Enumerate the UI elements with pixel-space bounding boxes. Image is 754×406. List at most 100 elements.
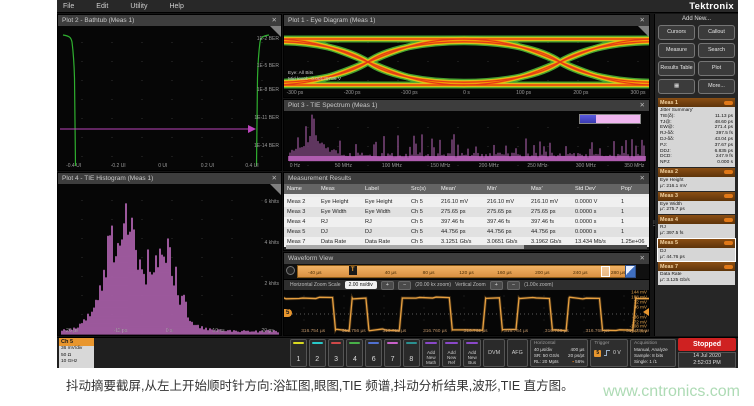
axis-tick-label: 0.2 UI: [201, 163, 214, 169]
channel-button-3[interactable]: 3: [328, 339, 345, 367]
axis-tick-label: 250 MHz: [527, 163, 547, 169]
scrollbar-thumb[interactable]: [286, 245, 524, 249]
trigger-panel[interactable]: Trigger50 V: [590, 339, 628, 367]
channel-button-7[interactable]: 7: [384, 339, 401, 367]
more-button[interactable]: More...: [698, 79, 735, 94]
meas-badge[interactable]: Meas 3Eye Widthµ': 275.7 ps: [658, 192, 735, 215]
menu-edit[interactable]: Edit: [96, 3, 108, 10]
table-cell: 1: [618, 217, 651, 227]
close-icon[interactable]: ✕: [272, 15, 277, 26]
datetime-box: 14 Jul 2020 2:52:03 PM: [678, 352, 736, 368]
meas-badge[interactable]: Meas 7Data Rateµ': 3.125 Gb/s: [658, 262, 735, 285]
meas-badge[interactable]: Meas 2Eye Heightµ': 216.1 mV: [658, 168, 735, 191]
channel-button-2[interactable]: 2: [309, 339, 326, 367]
badge-toggle-icon[interactable]: [724, 265, 733, 269]
meas-badge[interactable]: Meas 4RJµ': 397.5 fs: [658, 215, 735, 238]
axis-tick-label: 316.758 µs: [382, 329, 406, 334]
badge-toggle-icon[interactable]: [724, 101, 733, 105]
horizontal-panel[interactable]: Horizontal40 µs/div400 µsSR: 50 GS/s20 p…: [530, 339, 589, 367]
v-zoom-in-button[interactable]: +: [490, 281, 503, 290]
close-icon[interactable]: ✕: [640, 100, 645, 111]
axis-tick-label: 316.766 µs: [545, 329, 569, 334]
waveform-view-panel: Waveform View ✕ -40 µs0 s40 µs80 µs120 µ…: [283, 252, 650, 336]
zoom-window-indicator[interactable]: [601, 266, 610, 277]
results-title-bar[interactable]: Measurement Results ✕: [284, 173, 649, 184]
badge-toggle-icon[interactable]: [724, 218, 733, 222]
table-row[interactable]: Meas 5DJDJCh 544.756 ps44.756 ps44.756 p…: [284, 227, 649, 237]
trigger-position-marker[interactable]: T: [349, 266, 357, 275]
trigger-title: Trigger: [594, 341, 624, 347]
v-zoom-out-button[interactable]: −: [507, 281, 520, 290]
spectrum-canvas[interactable]: 0 Hz50 MHz100 MHz150 MHz200 MHz250 MHz30…: [284, 111, 649, 170]
badge-toggle-icon[interactable]: [724, 241, 733, 245]
oscilloscope-app: File Edit Utility Help Tektronix Plot 2 - B…: [57, 0, 738, 368]
close-icon[interactable]: ✕: [272, 173, 277, 184]
table-cell: 0.0000 s: [572, 207, 618, 217]
math-color-stripe: [466, 342, 479, 344]
plot-title-bar[interactable]: Plot 1 - Eye Diagram (Meas 1) ✕: [284, 15, 649, 26]
position-marker-icon: ▪: [572, 359, 574, 365]
meas-badge[interactable]: Meas 5DJµ': 44.76 ps: [658, 239, 735, 262]
channel-button-8[interactable]: 8: [403, 339, 420, 367]
badge-toggle-icon[interactable]: [724, 194, 733, 198]
table-cell: RJ: [318, 217, 362, 227]
waveform-title-bar[interactable]: Waveform View ✕: [284, 253, 649, 264]
measure-button[interactable]: Measure: [658, 43, 695, 58]
axis-tick-label: 10 ps: [212, 328, 224, 334]
waveform-canvas[interactable]: 5 144 mV108 mV72 mV36 mV-36 mV-72 mV-108…: [284, 290, 649, 335]
bathtub-canvas[interactable]: 1E-2 BER1E-5 BER1E-8 BER1E-11 BER1E-14 B…: [58, 26, 281, 170]
results-table-button[interactable]: Results Table: [658, 61, 695, 76]
add-new-ref-button[interactable]: Add New Ref: [442, 339, 461, 367]
table-row[interactable]: Meas 3Eye WidthEye WidthCh 5275.65 ps275…: [284, 207, 649, 217]
histogram-canvas[interactable]: 6 khits4 khits2 khits -20 ps-10 ps0 s10 …: [58, 184, 281, 335]
table-cell: Eye Height: [362, 197, 408, 207]
close-icon[interactable]: ✕: [640, 15, 645, 26]
add-new-math-button[interactable]: Add New Math: [422, 339, 441, 367]
table-row[interactable]: Meas 2Eye HeightEye HeightCh 5216.10 mV2…: [284, 197, 649, 207]
zoom-corner-icon[interactable]: [625, 265, 636, 278]
plot-title-bar[interactable]: Plot 2 - Bathtub (Meas 1) ✕: [58, 15, 281, 26]
channel-button-4[interactable]: 4: [346, 339, 363, 367]
plot-title-bar[interactable]: Plot 4 - TIE Histogram (Meas 1) ✕: [58, 173, 281, 184]
axis-tick-label: 200 µs: [535, 271, 550, 276]
axis-tick-label: 40 µs: [385, 271, 397, 276]
menu-file[interactable]: File: [63, 3, 74, 10]
channel-button-1[interactable]: 1: [290, 339, 307, 367]
callout-button[interactable]: Callout: [698, 25, 735, 40]
tektronix-logo: Tektronix: [689, 1, 734, 12]
panel-splitter-handle[interactable]: ⋮: [651, 222, 654, 248]
channel-button-6[interactable]: 6: [365, 339, 382, 367]
menu-help[interactable]: Help: [169, 3, 183, 10]
channel-5-badge[interactable]: Ch 5 36 mV/div50 Ω10 GHz: [59, 338, 94, 368]
plot-title-bar[interactable]: Plot 3 - TIE Spectrum (Meas 1) ✕: [284, 100, 649, 111]
results-scrollbar[interactable]: [286, 245, 647, 249]
axis-tick-label: 200 ps: [573, 90, 588, 96]
plot-button[interactable]: Plot: [698, 61, 735, 76]
table-row[interactable]: Meas 4RJRJCh 5397.46 fs397.46 fs397.46 f…: [284, 217, 649, 227]
badge-toggle-icon[interactable]: [724, 170, 733, 174]
search-button[interactable]: Search: [698, 43, 735, 58]
close-icon[interactable]: ✕: [640, 173, 645, 184]
plot-resize-icon[interactable]: [638, 26, 649, 37]
axis-tick-label: 150 MHz: [430, 163, 450, 169]
menu-utility[interactable]: Utility: [130, 3, 147, 10]
stopped-button[interactable]: Stopped: [678, 338, 736, 351]
overview-options-icon[interactable]: [286, 266, 295, 275]
add-new-bus-button[interactable]: Add New Bus: [463, 339, 482, 367]
h-scale-value[interactable]: 2.00 ns/div: [345, 281, 377, 289]
cursors-button[interactable]: Cursors: [658, 25, 695, 40]
meas-badge[interactable]: Meas 1Jitter Summary'TIE(δ):11.13 psTJ@:…: [658, 98, 735, 167]
acquisition-overview-bar[interactable]: -40 µs0 s40 µs80 µs120 µs160 µs200 µs240…: [297, 265, 636, 278]
eye-canvas[interactable]: Eye: All Bits Mid level: -0.00129786 V -…: [284, 26, 649, 97]
acquisition-panel[interactable]: AcquisitionManual, AnalyzeSample: 8 bits…: [630, 339, 676, 367]
h-zoom-out-button[interactable]: −: [398, 281, 411, 290]
badge-row-label: µ': 44.76 ps: [660, 255, 685, 261]
results-header-row: NameMeasLabelSrc(s)Mean'Min'Max'Std Dev'…: [284, 184, 649, 194]
dvm-button[interactable]: DVM: [483, 339, 504, 367]
eye-annotation: Mid level: -0.00129786 V: [288, 77, 341, 82]
close-icon[interactable]: ✕: [640, 253, 645, 264]
h-zoom-in-button[interactable]: +: [381, 281, 394, 290]
keypad-icon-button[interactable]: ▦: [658, 79, 695, 94]
plot-resize-icon[interactable]: [270, 184, 281, 195]
afg-button[interactable]: AFG: [507, 339, 528, 367]
